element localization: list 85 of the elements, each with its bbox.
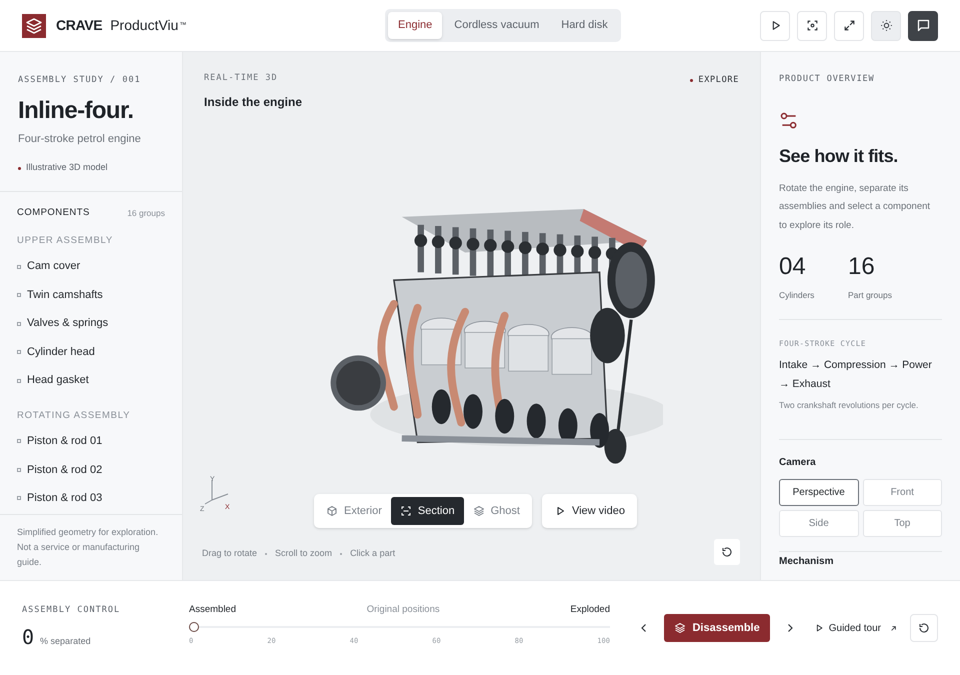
slider-end-label: Exploded: [570, 603, 610, 618]
brand-name: CRAVE: [56, 16, 102, 35]
guided-tour-link[interactable]: Guided tour: [814, 620, 898, 636]
view-video-button[interactable]: View video: [542, 494, 637, 528]
chat-icon: [916, 18, 930, 33]
focus-frame-icon: [806, 19, 818, 32]
group-heading: UPPER ASSEMBLY: [17, 234, 114, 248]
component-item[interactable]: Valves & springs: [17, 309, 165, 338]
viewport-title: Inside the engine: [204, 94, 302, 111]
camera-option[interactable]: Perspective: [779, 479, 858, 506]
components-heading: COMPONENTS: [17, 206, 90, 220]
camera-option[interactable]: Top: [862, 510, 942, 537]
slider-start-label: Assembled: [189, 603, 236, 618]
sliders-icon: [779, 110, 799, 131]
component-item[interactable]: Piston & rod 03: [17, 484, 165, 512]
square-bullet-icon: [17, 378, 21, 382]
stat-value: 04: [779, 253, 807, 282]
view-mode-button[interactable]: Section: [390, 497, 464, 525]
reset-button[interactable]: [910, 614, 938, 642]
model-subtitle: Four-stroke petrol engine: [18, 132, 142, 147]
layers-icon: [472, 505, 485, 517]
group-heading: ROTATING ASSEMBLY: [17, 408, 132, 423]
section-heading: Mechanism: [779, 556, 834, 568]
disassemble-button[interactable]: Disassemble: [664, 614, 770, 642]
square-bullet-icon: [17, 350, 21, 354]
separation-slider[interactable]: [189, 622, 610, 632]
square-bullet-icon: [17, 468, 21, 472]
hint-text: Drag to rotate: [202, 547, 258, 560]
cycle-note: Two crankshaft revolutions per cycle.: [779, 399, 920, 412]
component-item[interactable]: Piston & rod 01: [17, 427, 165, 456]
reset-icon: [721, 546, 733, 558]
reset-view-button[interactable]: [714, 539, 740, 565]
external-arrow-icon: [889, 624, 898, 632]
control-eyebrow: ASSEMBLY CONTROL: [22, 604, 122, 616]
model-title: Inline-four.: [18, 96, 134, 125]
disclaimer-text: Simplified geometry for exploration. Not a service or manufacturing guide.: [17, 526, 160, 569]
separation-value: 0: [22, 624, 34, 652]
square-bullet-icon: [17, 439, 21, 444]
focus-button[interactable]: [797, 10, 827, 40]
section-frame-icon: [400, 505, 412, 517]
sun-icon: [880, 19, 892, 32]
component-item[interactable]: Twin camshafts: [17, 280, 165, 310]
hint-text: Click a part: [350, 547, 396, 560]
product-name: ProductViu$^{™}$: [110, 16, 186, 35]
hint-text: Scroll to zoom: [275, 547, 332, 560]
square-bullet-icon: [17, 293, 21, 297]
logo-icon: [22, 14, 46, 38]
camera-option[interactable]: Side: [779, 510, 858, 537]
view-mode-button[interactable]: Ghost: [464, 497, 529, 525]
section-eyebrow: ASSEMBLY STUDY / 001: [18, 74, 142, 87]
chat-button[interactable]: [908, 10, 938, 40]
cube-icon: [326, 505, 338, 517]
cycle-text: Intake → Compression → Power → Exhaust: [779, 358, 933, 392]
square-bullet-icon: [17, 496, 21, 500]
mode-label: EXPLORE: [698, 74, 739, 87]
reset-icon: [918, 622, 930, 634]
stat-value: 16: [848, 253, 876, 282]
view-mode-button[interactable]: Exterior: [317, 497, 391, 525]
stat-label: Cylinders: [779, 289, 816, 302]
model-note: Illustrative 3D model: [26, 161, 108, 174]
square-bullet-icon: [17, 322, 21, 326]
product-tab[interactable]: Cordless vacuum: [444, 12, 550, 39]
component-item[interactable]: Cylinder head: [17, 338, 165, 366]
expand-icon: [842, 19, 856, 32]
fullscreen-button[interactable]: [834, 10, 864, 40]
product-tab[interactable]: Hard disk: [551, 12, 618, 39]
play-button[interactable]: [760, 10, 790, 40]
square-bullet-icon: [17, 264, 21, 268]
layers-icon: [674, 622, 686, 634]
camera-option[interactable]: Front: [862, 479, 942, 506]
slider-thumb[interactable]: [189, 622, 199, 632]
product-tab[interactable]: Engine: [388, 12, 442, 39]
panel-title: See how it fits.: [779, 144, 899, 168]
slider-middle-label: Original positions: [366, 603, 440, 618]
component-item[interactable]: Head gasket: [17, 366, 165, 395]
viewport-eyebrow: REAL-TIME 3D: [204, 72, 279, 85]
theme-button[interactable]: [871, 10, 901, 40]
component-item[interactable]: Cam cover: [17, 252, 165, 281]
panel-eyebrow: PRODUCT OVERVIEW: [779, 73, 876, 86]
stat-label: Part groups: [848, 289, 893, 302]
separation-unit: % separated: [40, 635, 91, 648]
components-count: 16 groups: [127, 206, 165, 220]
camera-heading: Camera: [779, 456, 817, 470]
component-item[interactable]: Piston & rod 02: [17, 456, 165, 484]
panel-description: Rotate the engine, separate its assemblies and select a component to explore its role.: [779, 182, 932, 233]
